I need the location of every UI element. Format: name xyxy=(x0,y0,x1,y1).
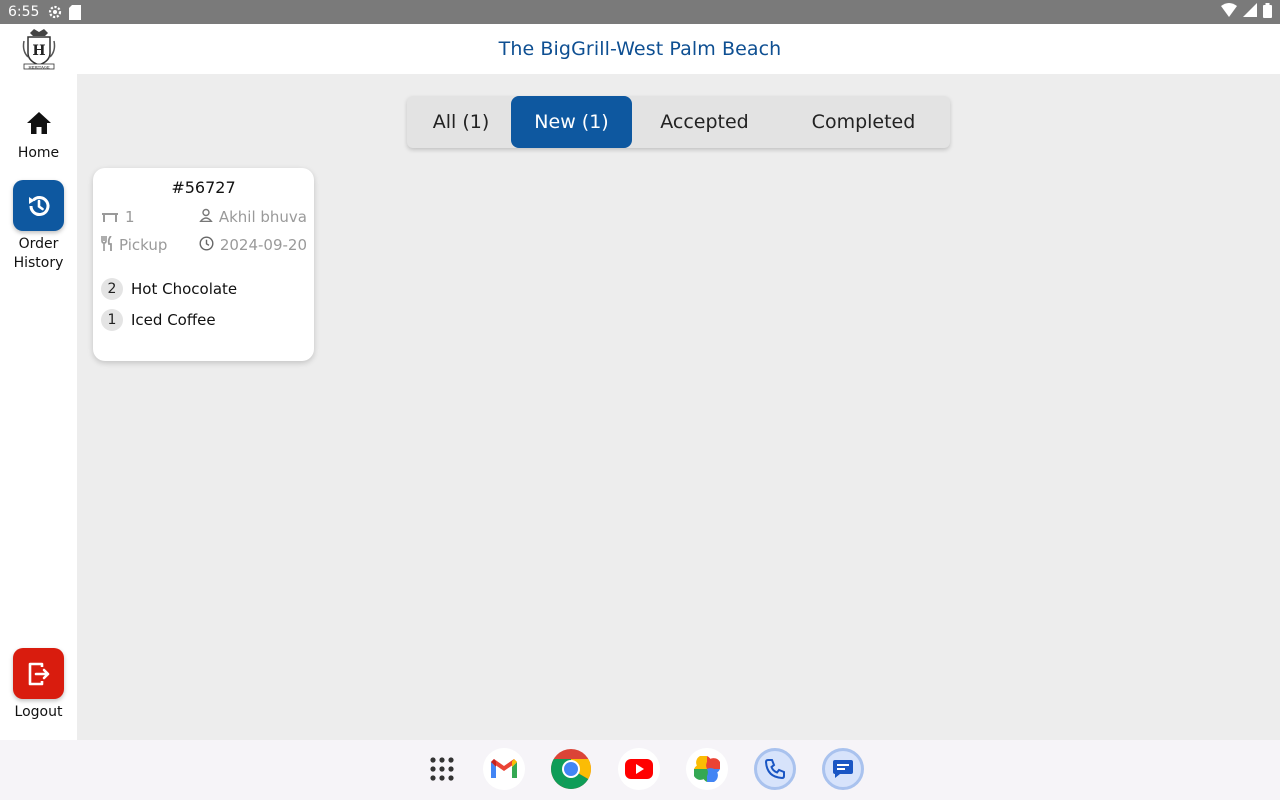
restaurant-title: The BigGrill-West Palm Beach xyxy=(498,38,782,60)
sidebar-item-order-history[interactable]: Order History xyxy=(0,180,77,273)
svg-text:HERITAGE: HERITAGE xyxy=(28,64,50,69)
order-date: 2024-09-20 xyxy=(199,235,307,255)
sidebar: Home Order History Logout xyxy=(0,74,77,740)
order-date-value: 2024-09-20 xyxy=(219,236,307,254)
clock-icon xyxy=(199,235,214,255)
battery-icon xyxy=(1263,2,1272,22)
item-name: Iced Coffee xyxy=(131,311,216,329)
item-quantity: 1 xyxy=(101,309,123,331)
order-meta-row: Pickup 2024-09-20 xyxy=(101,234,307,255)
chrome-icon[interactable] xyxy=(550,748,592,790)
gmail-icon[interactable] xyxy=(483,748,525,790)
order-customer: Akhil bhuva xyxy=(198,208,307,226)
heritage-logo: H HERITAGE xyxy=(20,27,58,71)
table-icon xyxy=(101,208,119,226)
wifi-icon xyxy=(1221,3,1237,21)
apps-grid-icon[interactable] xyxy=(421,748,463,790)
sidebar-item-label: Home xyxy=(17,145,60,161)
signal-icon xyxy=(1243,3,1257,21)
photos-icon[interactable] xyxy=(686,748,728,790)
order-card[interactable]: #56727 xyxy=(93,168,314,361)
youtube-icon[interactable] xyxy=(618,748,660,790)
order-history-label-line2: History xyxy=(13,255,64,271)
tab-new[interactable]: New (1) xyxy=(511,96,632,148)
sidebar-item-label: Order History xyxy=(14,235,64,273)
sd-card-icon xyxy=(69,4,82,20)
app-header: H HERITAGE The BigGrill-West Palm Beach xyxy=(0,24,1280,74)
customer-name: Akhil bhuva xyxy=(218,208,307,226)
order-type: Pickup xyxy=(101,234,168,255)
table-number: 1 xyxy=(125,208,135,226)
messages-icon[interactable] xyxy=(822,748,864,790)
tab-completed[interactable]: Completed xyxy=(782,96,945,148)
item-quantity: 2 xyxy=(101,278,123,300)
settings-icon xyxy=(47,4,63,20)
svg-text:H: H xyxy=(32,43,45,59)
order-type-label: Pickup xyxy=(119,236,168,254)
status-time: 6:55 xyxy=(8,4,40,20)
tab-accepted[interactable]: Accepted xyxy=(637,96,772,148)
fork-knife-icon xyxy=(101,234,113,255)
home-icon xyxy=(24,108,54,138)
order-number: #56727 xyxy=(171,178,236,197)
order-history-label-line1: Order xyxy=(18,236,59,252)
order-meta-row: 1 Akhil bhuva xyxy=(101,207,307,227)
logout-button[interactable]: Logout xyxy=(0,648,77,722)
order-item: 1 Iced Coffee xyxy=(101,309,216,331)
sidebar-item-home[interactable]: Home xyxy=(0,108,77,163)
tab-all[interactable]: All (1) xyxy=(411,96,511,148)
history-icon xyxy=(13,180,64,231)
item-name: Hot Chocolate xyxy=(131,280,238,298)
person-icon xyxy=(198,208,213,226)
order-item: 2 Hot Chocolate xyxy=(101,278,237,300)
status-bar: 6:55 xyxy=(0,0,1280,24)
phone-icon[interactable] xyxy=(754,748,796,790)
logout-icon xyxy=(13,648,64,699)
sidebar-item-label: Logout xyxy=(14,704,63,720)
android-dock xyxy=(0,740,1280,800)
order-status-tabs: All (1) New (1) Accepted Completed xyxy=(407,96,950,148)
order-table: 1 xyxy=(101,208,135,226)
